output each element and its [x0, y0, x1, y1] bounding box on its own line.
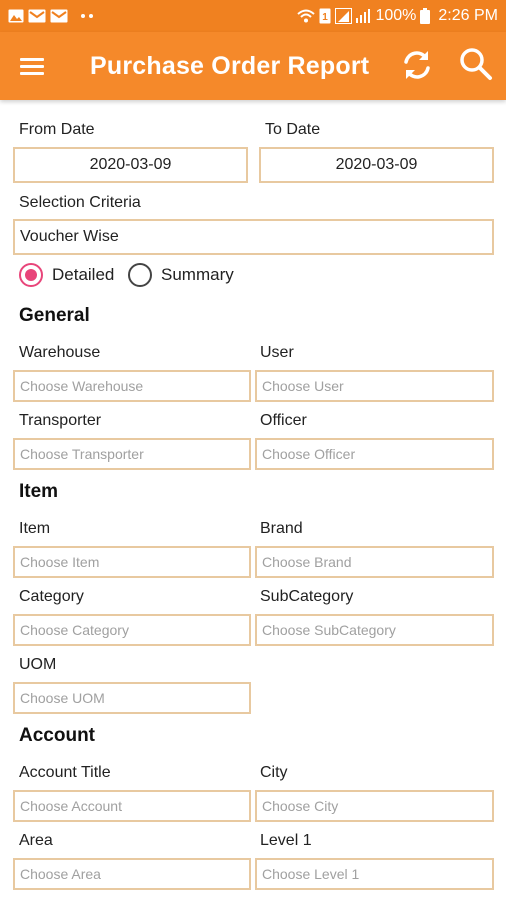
section-general-title: General	[19, 305, 90, 326]
uom-label: UOM	[19, 656, 57, 673]
warehouse-field[interactable]: Choose Warehouse	[13, 370, 251, 402]
signal-icon	[335, 8, 371, 24]
sim-icon: 1	[319, 8, 331, 24]
section-account-title: Account	[19, 725, 95, 746]
subcategory-field[interactable]: Choose SubCategory	[255, 614, 494, 646]
email-icon	[28, 9, 46, 23]
radio-summary[interactable]: Summary	[128, 263, 234, 287]
from-date-field[interactable]: 2020-03-09	[13, 147, 248, 183]
from-date-label: From Date	[19, 121, 95, 138]
to-date-field[interactable]: 2020-03-09	[259, 147, 494, 183]
status-left-icons	[8, 9, 94, 23]
app-bar: Purchase Order Report	[0, 32, 506, 100]
warehouse-label: Warehouse	[19, 344, 101, 361]
city-label: City	[260, 764, 288, 781]
officer-label: Officer	[260, 412, 307, 429]
area-field[interactable]: Choose Area	[13, 858, 251, 890]
report-form: From Date To Date 2020-03-09 2020-03-09 …	[0, 100, 506, 900]
transporter-label: Transporter	[19, 412, 102, 429]
radio-checked-icon	[19, 263, 43, 287]
status-right-icons: 1 100% 2:26 PM	[297, 7, 498, 25]
officer-field[interactable]: Choose Officer	[255, 438, 494, 470]
radio-summary-label: Summary	[161, 265, 234, 284]
to-date-label: To Date	[265, 121, 321, 138]
more-dots-icon	[80, 13, 94, 19]
menu-icon[interactable]	[20, 54, 50, 80]
email-icon	[50, 9, 68, 23]
account-field[interactable]: Choose Account	[13, 790, 251, 822]
item-label: Item	[19, 520, 51, 537]
selection-criteria-field[interactable]: Voucher Wise	[13, 219, 494, 255]
user-label: User	[260, 344, 294, 361]
area-label: Area	[19, 832, 53, 849]
status-time: 2:26 PM	[438, 7, 498, 24]
radio-unchecked-icon	[128, 263, 152, 287]
radio-detailed[interactable]: Detailed	[19, 263, 114, 287]
section-item-title: Item	[19, 481, 59, 502]
selection-criteria-label: Selection Criteria	[19, 194, 141, 211]
search-icon[interactable]	[458, 46, 494, 82]
category-field[interactable]: Choose Category	[13, 614, 251, 646]
city-field[interactable]: Choose City	[255, 790, 494, 822]
item-field[interactable]: Choose Item	[13, 546, 251, 578]
category-label: Category	[19, 588, 84, 605]
subcategory-label: SubCategory	[260, 588, 354, 605]
brand-field[interactable]: Choose Brand	[255, 546, 494, 578]
svg-text:1: 1	[323, 12, 329, 23]
image-icon	[8, 9, 24, 23]
uom-field[interactable]: Choose UOM	[13, 682, 251, 714]
wifi-icon	[297, 9, 316, 23]
user-field[interactable]: Choose User	[255, 370, 494, 402]
battery-icon	[420, 8, 431, 24]
refresh-icon[interactable]	[399, 47, 435, 83]
level1-label: Level 1	[260, 832, 312, 849]
transporter-field[interactable]: Choose Transporter	[13, 438, 251, 470]
page-title: Purchase Order Report	[90, 52, 370, 80]
level1-field[interactable]: Choose Level 1	[255, 858, 494, 890]
brand-label: Brand	[260, 520, 303, 537]
battery-percent: 100%	[375, 7, 417, 24]
radio-detailed-label: Detailed	[52, 265, 115, 284]
account-title-label: Account Title	[19, 764, 111, 781]
status-bar: 1 100% 2:26 PM	[0, 0, 506, 32]
